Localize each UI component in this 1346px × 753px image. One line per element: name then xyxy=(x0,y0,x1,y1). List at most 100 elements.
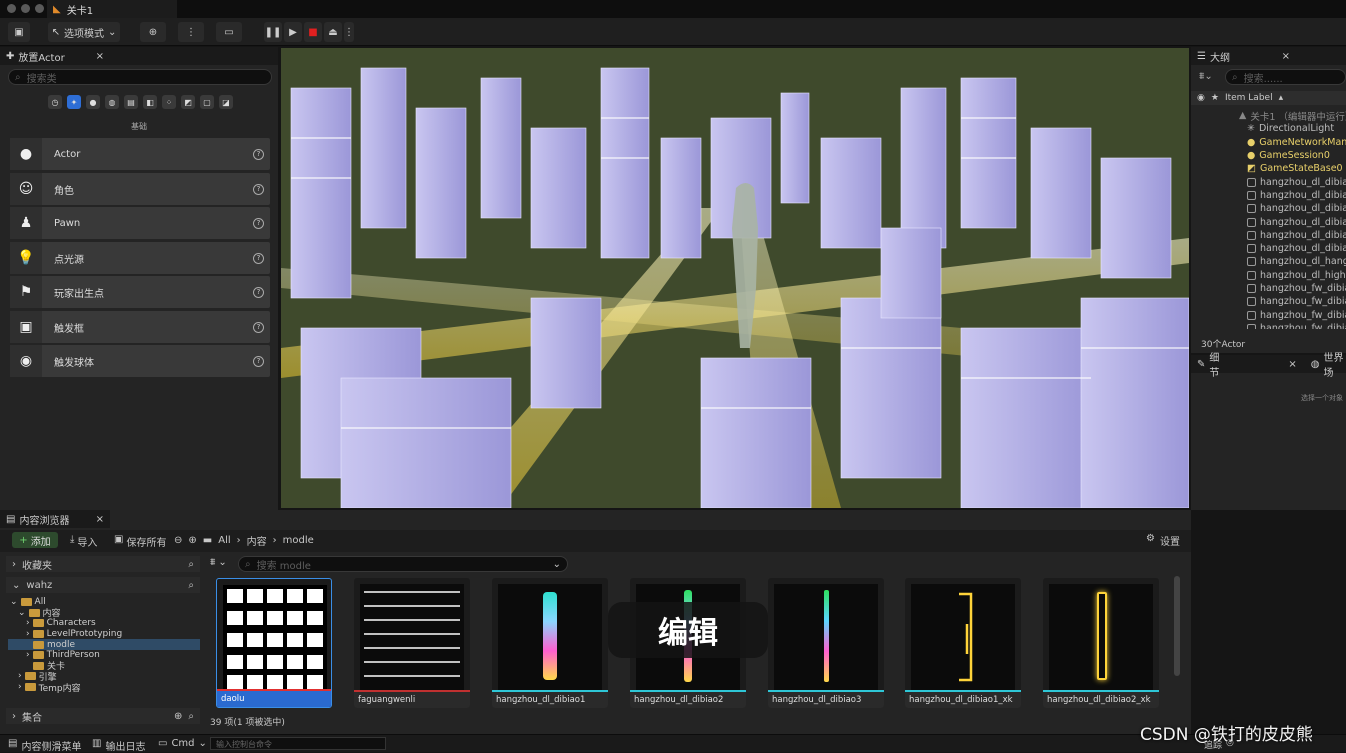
asset-tile-dibiao1[interactable]: hangzhou_dl_dibiao1 xyxy=(492,578,608,708)
breadcrumb-content[interactable]: 内容 xyxy=(247,533,267,548)
cmd-button[interactable]: ▭ Cmd ⌄ xyxy=(158,738,207,749)
visual-effects-icon[interactable]: ◧ xyxy=(143,95,157,109)
close-icon[interactable]: × xyxy=(96,514,104,525)
tree-row-level[interactable]: 关卡 xyxy=(8,661,200,672)
actor-item-actor[interactable]: ● Actor ? xyxy=(10,138,270,170)
outliner-row[interactable]: hangzhou_dl_highway xyxy=(1191,269,1346,282)
item-label-column[interactable]: Item Label xyxy=(1225,93,1273,103)
tree-row-thirdperson[interactable]: › ThirdPerson xyxy=(8,650,200,661)
search-icon[interactable]: ⌕ xyxy=(188,580,194,591)
help-icon[interactable]: ? xyxy=(253,217,264,229)
help-icon[interactable]: ? xyxy=(253,252,264,264)
outliner-row[interactable]: hangzhou_dl_dibiao2 xyxy=(1191,202,1346,215)
output-log-button[interactable]: ▥ 输出日志 xyxy=(92,738,145,753)
outliner-row[interactable]: hangzhou_fw_dibiao2 xyxy=(1191,308,1346,321)
asset-tile-dibiao3[interactable]: hangzhou_dl_dibiao3 xyxy=(768,578,884,708)
save-all-button[interactable]: ▣ 保存所有 xyxy=(114,534,166,549)
outliner-row[interactable]: ● GameSession0 xyxy=(1191,149,1346,162)
add-collection-icon[interactable]: ⊕ xyxy=(174,711,182,722)
forward-icon[interactable]: ⊕ xyxy=(188,535,196,546)
back-icon[interactable]: ⊖ xyxy=(174,535,182,546)
asset-filter-button[interactable]: ⩩ ⌄ xyxy=(210,557,227,568)
help-icon[interactable]: ? xyxy=(253,148,264,160)
breadcrumb-all[interactable]: All xyxy=(218,535,230,546)
search-icon[interactable]: ⌕ xyxy=(188,711,194,722)
tree-row-modle[interactable]: modle xyxy=(8,639,200,650)
tree-row-all[interactable]: ⌄ All xyxy=(8,597,200,608)
favorites-section[interactable]: › 收藏夹 ⌕ xyxy=(6,556,200,572)
close-icon[interactable]: × xyxy=(1282,51,1290,62)
minimize-window-button[interactable] xyxy=(21,4,30,13)
filter-icon[interactable]: ⩩⌄ xyxy=(1199,71,1213,82)
classes-icon[interactable]: ◪ xyxy=(219,95,233,109)
actor-item-pawn[interactable]: ♟ Pawn ? xyxy=(10,207,270,239)
add-button[interactable]: + 添加 xyxy=(12,532,58,548)
eject-icon[interactable]: ⏏ xyxy=(324,22,342,42)
help-icon[interactable]: ? xyxy=(253,355,264,367)
outliner-row[interactable]: hangzhou_fw_dibiao1 xyxy=(1191,295,1346,308)
outliner-row[interactable]: ✳ DirectionalLight xyxy=(1191,122,1346,135)
asset-scrollbar[interactable] xyxy=(1174,576,1180,676)
tree-row-content[interactable]: ⌄ 内容 xyxy=(8,608,200,620)
recent-icon[interactable]: ◷ xyxy=(48,95,62,109)
outliner-row[interactable]: hangzhou_fw_dibiao1 xyxy=(1191,282,1346,295)
actor-item-player-start[interactable]: ⚑ 玩家出生点 ? xyxy=(10,276,270,308)
more-options-icon[interactable]: ⋮ xyxy=(344,22,354,42)
tree-row-engine[interactable]: › 引擎 xyxy=(8,671,200,683)
volumes-icon[interactable]: ◩ xyxy=(181,95,195,109)
asset-tile-dibiao1-xk[interactable]: hangzhou_dl_dibiao1_xk xyxy=(905,578,1021,708)
cinematic-icon[interactable]: ▤ xyxy=(124,95,138,109)
asset-tile-faguangwenli[interactable]: faguangwenli xyxy=(354,578,470,708)
blueprint-icon[interactable]: ⋮ xyxy=(178,22,204,42)
content-drawer-button[interactable]: ▤ 内容侧滑菜单 xyxy=(8,738,81,753)
actor-item-trigger-box[interactable]: ▣ 触发框 ? xyxy=(10,311,270,343)
outliner-row[interactable]: hangzhou_dl_dibiao1 xyxy=(1191,189,1346,202)
actor-item-trigger-sphere[interactable]: ◉ 触发球体 ? xyxy=(10,345,270,377)
outliner-row[interactable]: ◩ GameStateBase0 xyxy=(1191,162,1346,175)
add-actor-icon[interactable]: ⊕ xyxy=(140,22,166,42)
tree-row-temp[interactable]: › Temp内容 xyxy=(8,682,200,694)
tree-row-characters[interactable]: › Characters xyxy=(8,618,200,629)
console-input[interactable]: 输入控制台命令 xyxy=(210,737,386,750)
breadcrumb-modle[interactable]: modle xyxy=(283,535,314,546)
details-title[interactable]: 细节 xyxy=(1209,349,1224,379)
outliner-row[interactable]: hangzhou_dl_dibiao3 xyxy=(1191,229,1346,242)
geometry-icon[interactable]: ⁘ xyxy=(162,95,176,109)
star-icon[interactable]: ★ xyxy=(1211,93,1219,103)
actor-item-character[interactable]: ☺ 角色 ? xyxy=(10,173,270,205)
help-icon[interactable]: ? xyxy=(253,286,264,298)
asset-tile-dibiao2-xk[interactable]: hangzhou_dl_dibiao2_xk xyxy=(1043,578,1159,708)
mode-select-button[interactable]: ↖ 选项模式 ⌄ xyxy=(48,22,120,42)
close-icon[interactable]: × xyxy=(96,51,104,62)
cinematics-icon[interactable]: ▭ xyxy=(216,22,242,42)
step-icon[interactable]: ▶ xyxy=(284,22,302,42)
pause-icon[interactable]: ❚❚ xyxy=(264,22,282,42)
outliner-search[interactable]: ⌕ 搜索...... xyxy=(1225,69,1346,85)
world-settings-tab[interactable]: 世界场 xyxy=(1324,349,1346,379)
help-icon[interactable]: ? xyxy=(253,321,264,333)
asset-search[interactable]: ⌕ 搜索 modle ⌄ xyxy=(238,556,568,572)
outliner-row[interactable]: hangzhou_dl_dibiao3 xyxy=(1191,242,1346,255)
stop-icon[interactable]: ■ xyxy=(304,22,322,42)
place-actor-search[interactable]: ⌕ 搜索类 xyxy=(8,69,272,85)
search-icon[interactable]: ⌕ xyxy=(188,559,194,570)
level-viewport[interactable] xyxy=(281,48,1189,508)
outliner-row[interactable]: hangzhou_dl_dibiao1 xyxy=(1191,175,1346,188)
settings-button[interactable]: ⚙ 设置 xyxy=(1146,533,1180,548)
outliner-row[interactable]: hangzhou_dl_dibiao2 xyxy=(1191,215,1346,228)
shapes-icon[interactable]: ◍ xyxy=(105,95,119,109)
import-button[interactable]: ⤓ 导入 xyxy=(70,534,97,549)
close-window-button[interactable] xyxy=(7,4,16,13)
help-icon[interactable]: ? xyxy=(253,183,264,195)
actor-item-point-light[interactable]: 💡 点光源 ? xyxy=(10,242,270,274)
basic-icon[interactable]: ✦ xyxy=(67,95,81,109)
outliner-row[interactable]: ●GameNetworkManager xyxy=(1191,136,1346,149)
close-icon[interactable]: × xyxy=(1288,359,1296,370)
visibility-icon[interactable]: ◉ xyxy=(1197,93,1205,103)
outliner-root-row[interactable]: ▲ 关卡1 （编辑器中运行） xyxy=(1191,109,1346,122)
level-tab[interactable]: ◣ 关卡1 xyxy=(47,0,177,18)
save-icon[interactable]: ▣ xyxy=(8,22,30,42)
project-section[interactable]: ⌄ wahz ⌕ xyxy=(6,577,200,593)
asset-tile-daolu[interactable]: daolu xyxy=(216,578,332,708)
outliner-row[interactable]: hangzhou_fw_dibiao2 xyxy=(1191,322,1346,329)
